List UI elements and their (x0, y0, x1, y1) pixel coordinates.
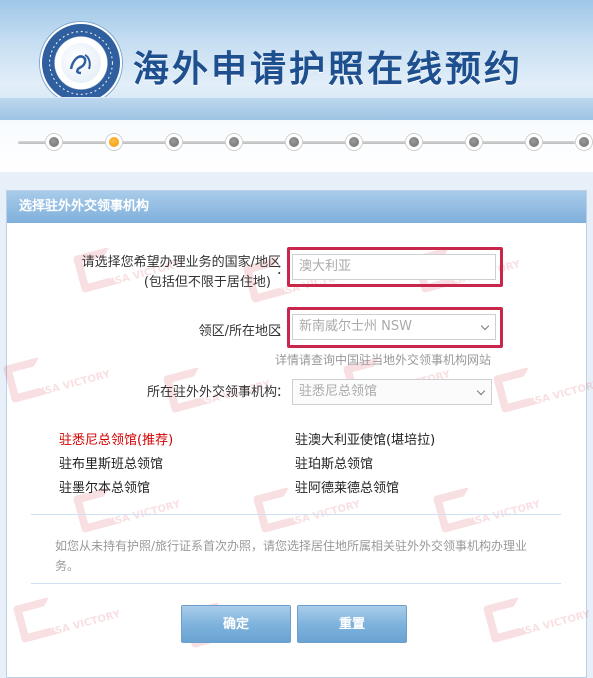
panel-title: 选择驻外外交领事机构 (7, 191, 586, 223)
country-label: 请选择您希望办理业务的国家/地区 (包括但不限于居住地) (47, 253, 281, 293)
progress-step-5 (286, 134, 302, 150)
consulate-link-perth[interactable]: 驻珀斯总领馆 (295, 453, 373, 472)
progress-step-2-current (106, 134, 122, 150)
progress-step-4 (226, 134, 242, 150)
site-header: 海外申请护照在线预约 (0, 0, 593, 120)
progress-step-6 (346, 134, 362, 150)
region-select[interactable]: 新南威尔士州 NSW (292, 314, 496, 340)
mission-label: 所在驻外外交领事机构 (146, 385, 277, 400)
country-label-line1: 请选择您希望办理业务的国家/地区 (81, 255, 281, 270)
region-label: 领区/所在地区 (198, 324, 281, 339)
divider-bottom (31, 583, 561, 584)
reset-button[interactable]: 重置 (297, 605, 407, 643)
mission-colon: ： (275, 385, 289, 400)
progress-step-10 (576, 134, 592, 150)
emblem-center-icon (61, 43, 101, 83)
watermark-logo-icon: VISA VICTORY (7, 596, 121, 671)
progress-step-7 (406, 134, 422, 150)
watermark-logo-icon: VISA VICTORY (487, 366, 593, 441)
progress-step-1 (46, 134, 62, 150)
first-time-notice: 如您从未持有护照/旅行证系首次办照，请您选择居住地所属相关驻外外交领事机构办理业… (55, 539, 528, 573)
region-hint: 详情请查询中国驻当地外交领事机构网站 (275, 353, 492, 367)
progress-step-9 (526, 134, 542, 150)
emblem-mark-icon (69, 54, 91, 75)
consulate-link-brisbane[interactable]: 驻布里斯班总领馆 (59, 453, 163, 472)
page-title: 海外申请护照在线预约 (133, 48, 524, 90)
consular-affairs-emblem-icon (40, 22, 122, 104)
watermark-logo-icon: VISA VICTORY (0, 356, 111, 431)
consulate-link-adelaide[interactable]: 驻阿德莱德总领馆 (295, 477, 399, 496)
consulate-selection-panel: 选择驻外外交领事机构 VISA VICTORY VISA VICTORY VIS… (2, 190, 593, 678)
consulate-link-sydney[interactable]: 驻悉尼总领馆(推荐) (59, 429, 173, 448)
consulate-link-melbourne[interactable]: 驻墨尔本总领馆 (59, 477, 150, 496)
divider-top (31, 514, 561, 515)
watermark-logo-icon: VISA VICTORY (477, 596, 591, 671)
country-label-line2: (包括但不限于居住地) (143, 275, 271, 290)
progress-steps (0, 120, 593, 172)
progress-step-8 (466, 134, 482, 150)
progress-step-3 (166, 134, 182, 150)
confirm-button[interactable]: 确定 (181, 605, 291, 643)
mission-select[interactable]: 驻悉尼总领馆 (292, 379, 492, 405)
country-input[interactable]: 澳大利亚 (292, 254, 496, 280)
consulate-link-canberra[interactable]: 驻澳大利亚使馆(堪培拉) (295, 429, 435, 448)
